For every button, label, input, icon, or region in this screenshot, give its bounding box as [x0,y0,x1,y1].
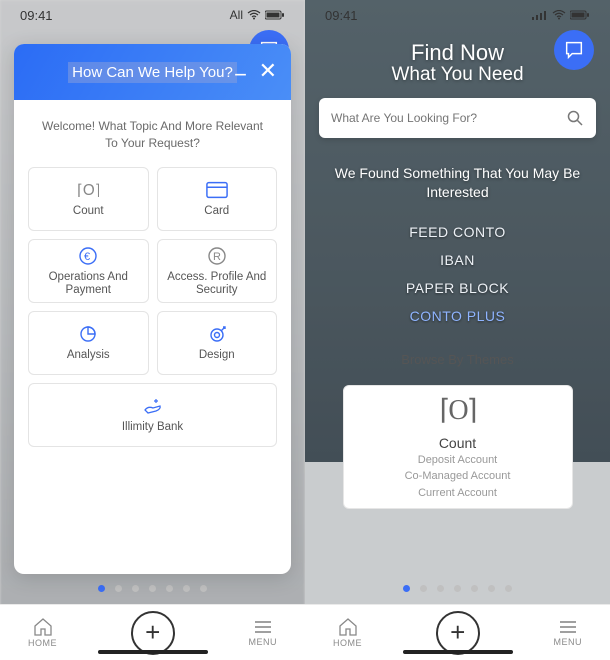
tile-label: Operations And Payment [33,271,144,297]
chip-iban[interactable]: IBAN [440,252,475,268]
dot[interactable] [132,585,139,592]
card-sub1: Deposit Account [418,453,498,468]
battery-icon [265,10,285,20]
tile-label: Design [199,349,235,362]
search-box[interactable] [319,98,596,138]
status-bar: 09:41 All [0,0,305,30]
dot[interactable] [471,585,478,592]
nav-home[interactable]: HOME [333,618,362,648]
browse-title: Browse By Themes [305,352,610,367]
modal-header: How Can We Help You? − ✕ [14,44,291,100]
found-msg: We Found Something That You May Be Inter… [305,164,610,202]
modal-body: Welcome! What Topic And More Relevant To… [14,100,291,574]
dot[interactable] [403,585,410,592]
modal-welcome: Welcome! What Topic And More Relevant To… [28,118,277,153]
nav-label: HOME [333,638,362,648]
tile-grid: ⌈O⌉ Count Card € Operations And Payment … [28,167,277,447]
dot[interactable] [98,585,105,592]
clock: 09:41 [20,8,53,23]
dot[interactable] [183,585,190,592]
signal-icon [532,10,548,20]
count-icon: ⌈O⌉ [77,179,99,201]
nav-label: MENU [554,637,583,647]
wifi-icon [552,10,566,20]
home-icon [338,618,358,636]
screen-right: 09:41 Find Now What You Need We Found So… [305,0,610,660]
nav-label: HOME [28,638,57,648]
nav-menu[interactable]: MENU [249,619,278,647]
chip-feed-conto[interactable]: FEED CONTO [409,224,506,240]
registered-icon: R [206,245,228,267]
modal-title: How Can We Help You? [68,62,237,83]
theme-card-count[interactable]: ⌈O⌉ Count Deposit Account Co-Managed Acc… [343,385,573,509]
screen-left: 09:41 All How Can We Help You? − ✕ Welco… [0,0,305,660]
wifi-icon [247,10,261,20]
dot[interactable] [200,585,207,592]
minimize-button[interactable]: − [234,62,247,88]
count-icon: ⌈O⌉ [439,393,475,427]
plus-icon: + [145,617,160,648]
svg-text:€: € [84,251,90,263]
close-button[interactable]: ✕ [259,58,277,84]
euro-icon: € [77,245,99,267]
tile-count[interactable]: ⌈O⌉ Count [28,167,149,231]
dot[interactable] [454,585,461,592]
tile-operations[interactable]: € Operations And Payment [28,239,149,303]
tile-label: Count [73,205,104,218]
battery-icon [570,10,590,20]
tile-card[interactable]: Card [157,167,278,231]
status-right: All [230,8,285,22]
pie-icon [77,323,99,345]
dot[interactable] [488,585,495,592]
menu-icon [558,619,578,635]
home-indicator [98,650,208,654]
tile-design[interactable]: Design [157,311,278,375]
tile-label: Card [204,205,229,218]
nav-add[interactable]: + [436,611,480,655]
menu-icon [253,619,273,635]
tile-access[interactable]: R Access. Profile And Security [157,239,278,303]
chip-conto-plus[interactable]: CONTO PLUS [410,308,506,324]
dot[interactable] [115,585,122,592]
hand-sparkle-icon [142,395,164,417]
dot[interactable] [437,585,444,592]
tile-label: Illimity Bank [122,421,183,434]
dot[interactable] [149,585,156,592]
nav-home[interactable]: HOME [28,618,57,648]
tile-illimity[interactable]: Illimity Bank [28,383,277,447]
home-indicator [403,650,513,654]
tile-label: Access. Profile And Security [162,271,273,297]
status-bar: 09:41 [305,0,610,30]
search-input[interactable] [331,111,566,125]
carrier-label: All [230,8,243,22]
nav-menu[interactable]: MENU [554,619,583,647]
card-icon [206,179,228,201]
card-title: Count [439,435,476,451]
chat-icon [563,39,585,61]
home-icon [33,618,53,636]
tile-analysis[interactable]: Analysis [28,311,149,375]
content: Find Now What You Need We Found Somethin… [305,40,610,509]
clock: 09:41 [325,8,358,23]
nav-label: MENU [249,637,278,647]
nav-add[interactable]: + [131,611,175,655]
dot[interactable] [505,585,512,592]
svg-text:⌈O⌉: ⌈O⌉ [77,182,99,199]
dot[interactable] [420,585,427,592]
plus-icon: + [450,617,465,648]
suggestion-list: FEED CONTO IBAN PAPER BLOCK CONTO PLUS [305,224,610,324]
dot[interactable] [166,585,173,592]
card-sub2: Co-Managed Account [405,469,511,484]
page-dots [305,585,610,592]
tile-label: Analysis [67,349,110,362]
page-dots [0,585,305,592]
chat-button[interactable] [554,30,594,70]
target-icon [206,323,228,345]
chip-paper-block[interactable]: PAPER BLOCK [406,280,509,296]
card-sub3: Current Account [418,486,497,501]
status-right [532,10,590,20]
search-icon[interactable] [566,109,584,127]
help-modal: How Can We Help You? − ✕ Welcome! What T… [14,44,291,574]
svg-text:R: R [213,251,221,263]
